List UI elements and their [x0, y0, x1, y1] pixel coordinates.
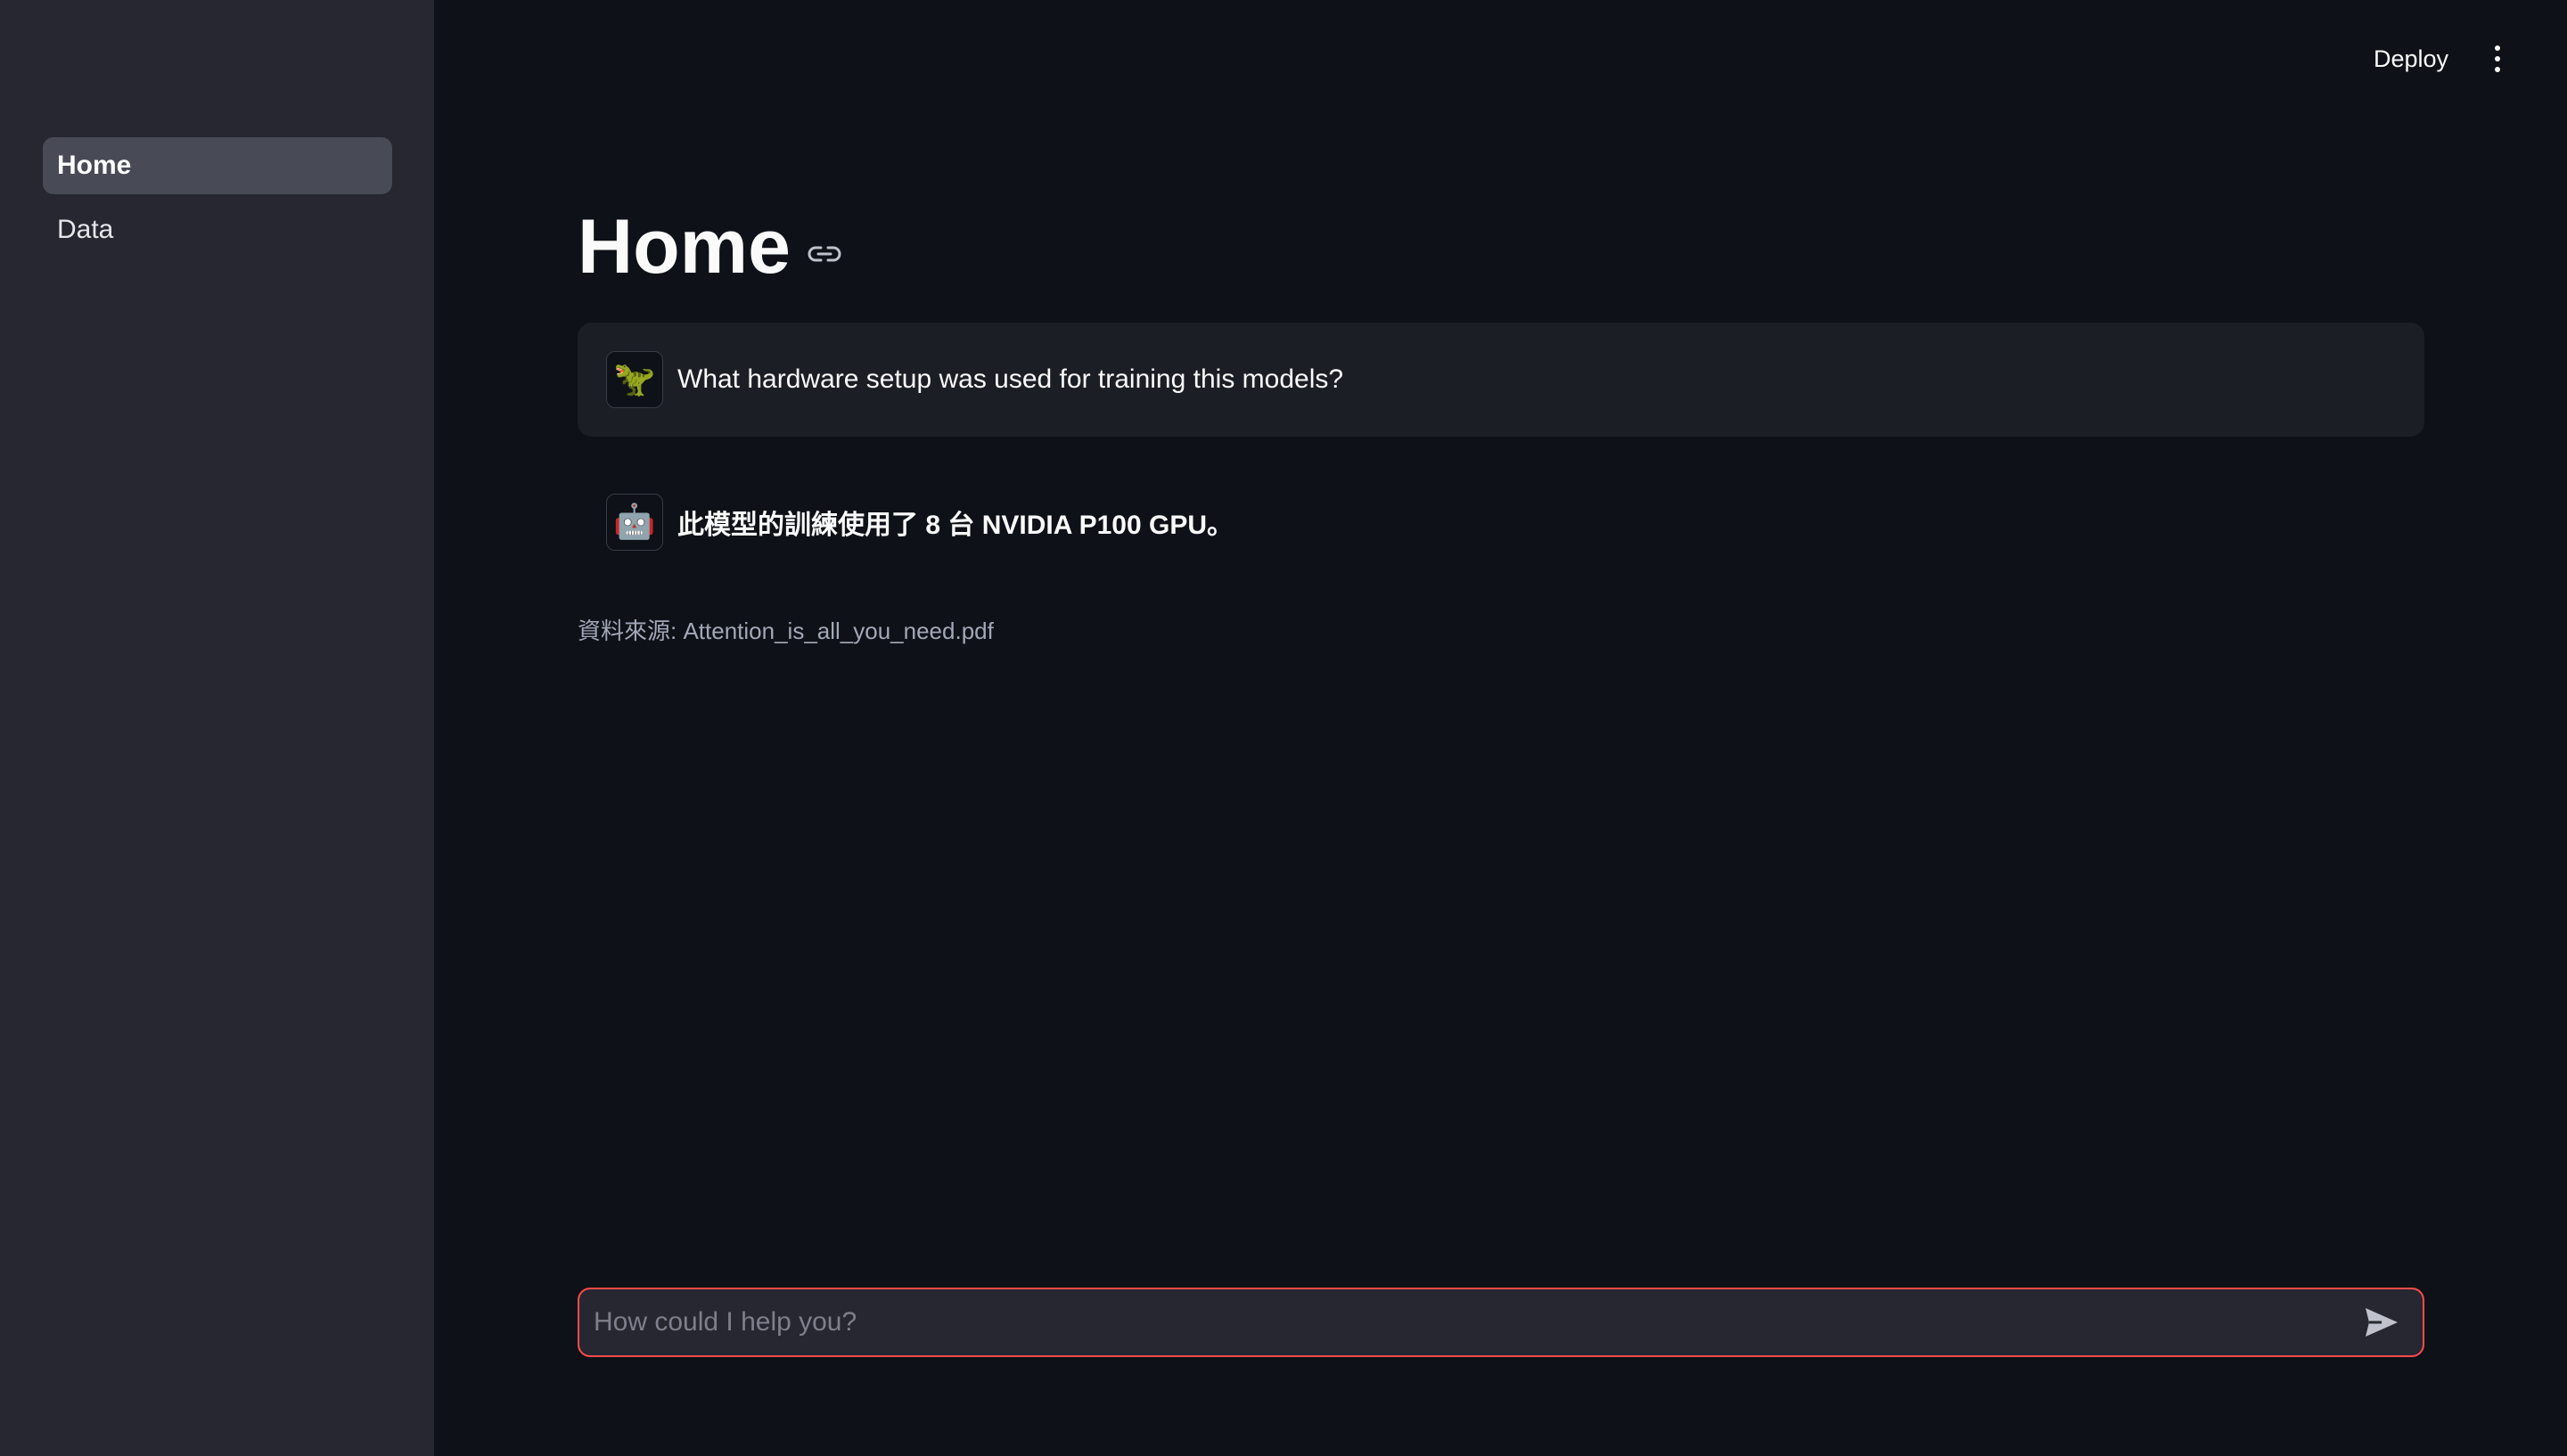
chat-input[interactable]: [579, 1289, 2355, 1355]
sidebar: Home Data: [0, 0, 434, 1456]
more-vertical-icon[interactable]: [2483, 39, 2512, 78]
source-caption: 資料來源: Attention_is_all_you_need.pdf: [578, 618, 994, 644]
sidebar-item-home[interactable]: Home: [43, 137, 392, 194]
sidebar-nav: Home Data: [43, 137, 392, 266]
sidebar-item-data[interactable]: Data: [43, 201, 392, 258]
sidebar-item-label: Home: [57, 151, 132, 180]
message-text: What hardware setup was used for trainin…: [677, 364, 1344, 394]
send-icon[interactable]: [2355, 1296, 2408, 1349]
link-icon[interactable]: [807, 243, 842, 265]
user-avatar: 🦖: [606, 351, 663, 408]
sidebar-item-label: Data: [57, 215, 114, 244]
deploy-button[interactable]: Deploy: [2353, 39, 2469, 78]
page-title: Home: [578, 204, 791, 290]
assistant-avatar: 🤖: [606, 494, 663, 551]
chat-message-assistant: 🤖 此模型的訓練使用了 8 台 NVIDIA P100 GPU。: [578, 465, 2424, 579]
message-text: 此模型的訓練使用了 8 台 NVIDIA P100 GPU。: [677, 511, 1234, 540]
chat-input-container: [578, 1288, 2424, 1357]
app-root: Home Data Deploy Home 🦖 What hardware se…: [0, 0, 2567, 1456]
chat-message-user: 🦖 What hardware setup was used for train…: [578, 323, 2424, 437]
page-title-row: Home: [578, 203, 842, 291]
